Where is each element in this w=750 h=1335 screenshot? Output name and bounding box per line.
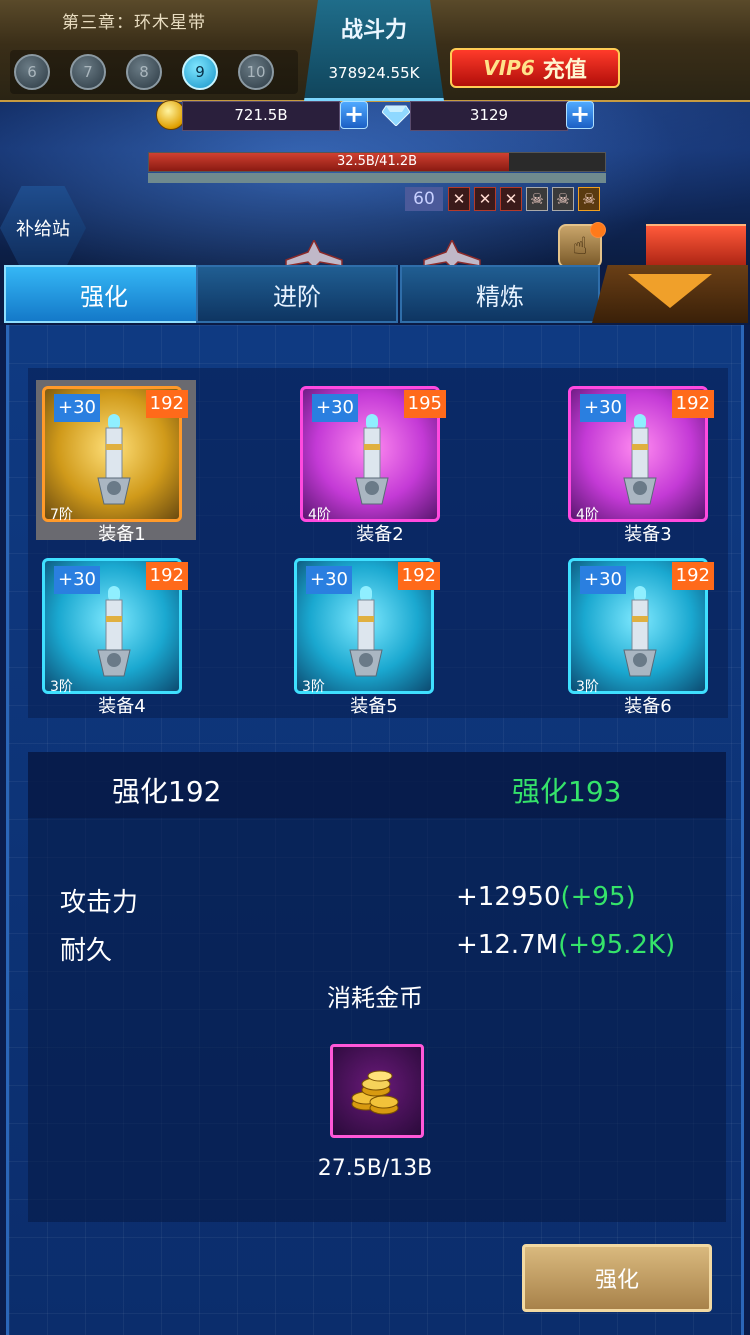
level-badge: 192: [671, 390, 714, 418]
fighter-ship-icon: [423, 240, 481, 268]
missile-icon: [623, 586, 657, 677]
stage-node-active[interactable]: 9: [182, 54, 218, 90]
equipment-name: 装备4: [98, 696, 146, 717]
cost-value: 27.5B/13B: [317, 1156, 433, 1181]
diamond-amount: 3129: [469, 106, 509, 124]
durability-stat-value: +12.7M(+95.2K): [456, 930, 675, 960]
combat-power-label: 战斗力: [340, 18, 407, 43]
stage-node[interactable]: 10: [238, 54, 274, 90]
chevron-down-icon: [628, 274, 712, 308]
attack-value: +12950: [456, 882, 561, 912]
equipment-slot-2[interactable]: +30 195 4阶 装备2: [294, 380, 464, 545]
bonus-badge: +30: [580, 566, 626, 594]
defeated-skull-icon: ✕: [474, 187, 496, 211]
boss-shield-bar: [148, 173, 606, 183]
level-badge: 192: [671, 562, 714, 590]
skull-icon: ☠: [526, 187, 548, 211]
missile-icon: [97, 414, 131, 505]
grade-label: 7阶: [50, 507, 73, 523]
defeated-skull-icon: ✕: [500, 187, 522, 211]
equipment-name: 装备1: [98, 524, 146, 545]
stage-node[interactable]: 6: [14, 54, 50, 90]
add-diamond-button[interactable]: +: [566, 101, 594, 129]
bonus-badge: +30: [312, 394, 358, 422]
skull-icon: ☠: [552, 187, 574, 211]
cost-title: 消耗金币: [327, 984, 423, 1012]
stage-selector: 6 7 8 9 10: [10, 50, 298, 94]
equipment-slot-5[interactable]: +30 192 3阶 装备5: [288, 552, 458, 717]
bonus-badge: +30: [54, 394, 100, 422]
durability-delta: (+95.2K): [558, 930, 676, 960]
tab-strengthen[interactable]: 强化: [4, 265, 204, 323]
strengthen-button[interactable]: 强化: [522, 1244, 712, 1312]
event-palace-icon[interactable]: [646, 224, 746, 270]
tab-advance[interactable]: 进阶: [196, 265, 398, 323]
add-gold-button[interactable]: +: [340, 101, 368, 129]
stage-node[interactable]: 8: [126, 54, 162, 90]
diamond-icon: [382, 105, 410, 126]
defeated-skull-icon: ✕: [448, 187, 470, 211]
gold-coins-icon: [351, 1070, 399, 1115]
equipment-name: 装备5: [350, 696, 398, 717]
attack-stat-value: +12950(+95): [456, 882, 636, 912]
equipment-slot-6[interactable]: +30 192 3阶 装备6: [562, 552, 732, 717]
missile-icon: [97, 586, 131, 677]
recharge-label: 充值: [542, 58, 587, 83]
missile-icon: [355, 414, 389, 505]
grade-label: 4阶: [308, 507, 331, 523]
durability-stat-label: 耐久: [60, 936, 113, 966]
vip-recharge-button[interactable]: VIP6 充值: [450, 48, 620, 88]
boss-hp-bar: 32.5B/41.2B: [148, 152, 606, 172]
gold-balance: 721.5B: [182, 101, 340, 131]
notification-dot: [590, 222, 606, 238]
equipment-name: 装备6: [624, 696, 672, 717]
diamond-balance: 3129: [410, 101, 568, 131]
attack-stat-label: 攻击力: [60, 888, 139, 918]
level-badge: 192: [145, 562, 188, 590]
boss-skull-icon: ☠: [578, 187, 600, 211]
grade-label: 4阶: [576, 507, 599, 523]
next-strengthen-level: 强化193: [512, 775, 622, 808]
grade-label: 3阶: [576, 679, 599, 695]
equipment-slot-4[interactable]: +30 192 3阶 装备4: [36, 552, 206, 717]
level-badge: 195: [403, 390, 446, 418]
bonus-badge: +30: [306, 566, 352, 594]
level-badge: 192: [145, 390, 188, 418]
grade-label: 3阶: [50, 679, 73, 695]
supply-station-label: 补给站: [16, 219, 70, 240]
boss-level-badge: 60: [405, 187, 443, 211]
stage-node[interactable]: 7: [70, 54, 106, 90]
vip-level: VIP6: [483, 56, 535, 80]
current-strengthen-level: 强化192: [112, 775, 222, 808]
fighter-ship-icon: [285, 240, 343, 268]
bonus-badge: +30: [54, 566, 100, 594]
missile-icon: [623, 414, 657, 505]
boss-hp-text: 32.5B/41.2B: [336, 154, 418, 169]
gold-amount: 721.5B: [234, 106, 288, 124]
grade-label: 3阶: [302, 679, 325, 695]
equipment-name: 装备2: [356, 524, 404, 545]
equipment-slot-1[interactable]: +30 192 7阶 装备1: [36, 380, 206, 545]
equipment-name: 装备3: [624, 524, 672, 545]
missile-icon: [349, 586, 383, 677]
bonus-badge: +30: [580, 394, 626, 422]
chapter-title: 第三章：环木星带: [62, 13, 206, 33]
equipment-slot-3[interactable]: +30 192 4阶 装备3: [562, 380, 732, 545]
level-badge: 192: [397, 562, 440, 590]
tab-refine[interactable]: 精炼: [400, 265, 600, 323]
combat-power-value: 378924.55K: [328, 64, 420, 82]
attack-delta: (+95): [560, 882, 636, 912]
durability-value: +12.7M: [456, 930, 559, 960]
